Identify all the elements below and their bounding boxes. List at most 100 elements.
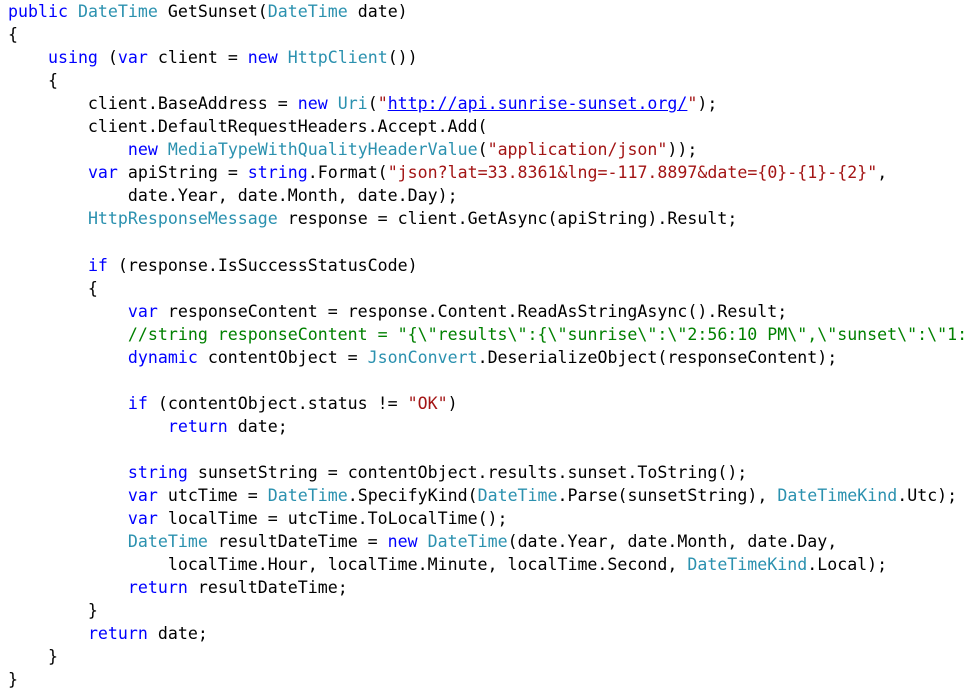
code-line: //string responseContent = "{\"results\"… [8, 323, 967, 346]
code-text: apiString = [117, 163, 248, 183]
code-keyword: new [127, 140, 158, 160]
code-keyword: new [247, 48, 278, 68]
code-text: { [8, 71, 58, 91]
code-text: ); [697, 94, 718, 114]
code-keyword: var [127, 509, 158, 529]
code-text: client = [147, 48, 248, 68]
code-keyword: public [8, 2, 68, 21]
code-type: MediaTypeWithQualityHeaderValue [167, 140, 478, 160]
code-text: } [8, 670, 18, 690]
code-line: if (response.IsSuccessStatusCode) [8, 254, 967, 277]
code-text: GetSunset( [157, 2, 268, 21]
code-line: var apiString = string.Format("json?lat=… [8, 161, 967, 184]
code-text: .Format( [307, 163, 388, 183]
code-keyword: var [127, 301, 158, 321]
code-text: resultDateTime; [187, 578, 348, 598]
code-type: HttpResponseMessage [87, 209, 278, 229]
code-string: " [687, 94, 698, 114]
code-keyword: return [127, 578, 188, 598]
code-text: (date.Year, date.Month, date.Day, [507, 532, 838, 552]
code-line: return date; [8, 415, 967, 438]
code-keyword: var [117, 48, 148, 68]
code-text: )); [667, 140, 698, 160]
code-type: DateTime [267, 2, 348, 21]
code-text: .DeserializeObject(responseContent); [477, 347, 838, 367]
code-text: .Local); [807, 555, 888, 575]
code-string: "application/json" [487, 140, 668, 160]
code-line: DateTime resultDateTime = new DateTime(d… [8, 530, 967, 553]
code-line: { [8, 23, 967, 46]
code-line: using (var client = new HttpClient()) [8, 46, 967, 69]
code-comment: //string responseContent = "{\"results\"… [127, 324, 967, 344]
code-text: { [8, 278, 98, 298]
code-text: ( [477, 140, 488, 160]
code-type: JsonConvert [367, 347, 478, 367]
code-keyword: dynamic [127, 347, 198, 367]
code-type: DateTime [427, 532, 508, 552]
code-line: client.BaseAddress = new Uri("http://api… [8, 92, 967, 115]
code-text: client.BaseAddress = [8, 94, 298, 114]
code-line: } [8, 645, 967, 668]
code-text: (response.IsSuccessStatusCode) [107, 255, 418, 275]
code-text: ( [367, 94, 378, 114]
code-line: var responseContent = response.Content.R… [8, 300, 967, 323]
code-editor[interactable]: public DateTime GetSunset(DateTime date)… [8, 0, 967, 691]
code-text: { [8, 25, 18, 45]
code-text: resultDateTime = [207, 532, 388, 552]
code-text: date.Year, date.Month, date.Day); [8, 186, 458, 206]
code-line: date.Year, date.Month, date.Day); [8, 184, 967, 207]
code-text: .SpecifyKind( [347, 485, 478, 505]
code-text: localTime.Hour, localTime.Minute, localT… [8, 555, 688, 575]
code-line: } [8, 599, 967, 622]
code-line: string sunsetString = contentObject.resu… [8, 461, 967, 484]
code-line: { [8, 69, 967, 92]
code-text: } [8, 601, 98, 621]
code-keyword: new [387, 532, 418, 552]
code-type: DateTimeKind [777, 485, 898, 505]
code-line: return date; [8, 622, 967, 645]
code-text: client.DefaultRequestHeaders.Accept.Add( [8, 117, 488, 137]
code-text: date; [227, 416, 288, 436]
code-type: DateTimeKind [687, 555, 808, 575]
code-type: DateTime [127, 532, 208, 552]
code-line: var utcTime = DateTime.SpecifyKind(DateT… [8, 484, 967, 507]
code-keyword: if [87, 255, 108, 275]
code-text: utcTime = [157, 485, 268, 505]
code-keyword: string [127, 462, 188, 482]
code-type: Uri [337, 94, 368, 114]
code-line: public DateTime GetSunset(DateTime date) [8, 0, 967, 23]
code-text: (contentObject.status != [147, 393, 408, 413]
code-line: if (contentObject.status != "OK") [8, 392, 967, 415]
code-type: DateTime [267, 485, 348, 505]
code-line: var localTime = utcTime.ToLocalTime(); [8, 507, 967, 530]
code-line: new MediaTypeWithQualityHeaderValue("app… [8, 138, 967, 161]
code-line: HttpResponseMessage response = client.Ge… [8, 207, 967, 230]
code-text: ) [447, 393, 458, 413]
code-text: .Utc); [897, 485, 958, 505]
code-line: { [8, 277, 967, 300]
code-string: "OK" [407, 393, 448, 413]
code-line: localTime.Hour, localTime.Minute, localT… [8, 553, 967, 576]
code-text: date; [147, 624, 208, 644]
code-keyword: return [167, 416, 228, 436]
code-url-link[interactable]: http://api.sunrise-sunset.org/ [388, 94, 688, 113]
code-text: , [877, 163, 888, 183]
